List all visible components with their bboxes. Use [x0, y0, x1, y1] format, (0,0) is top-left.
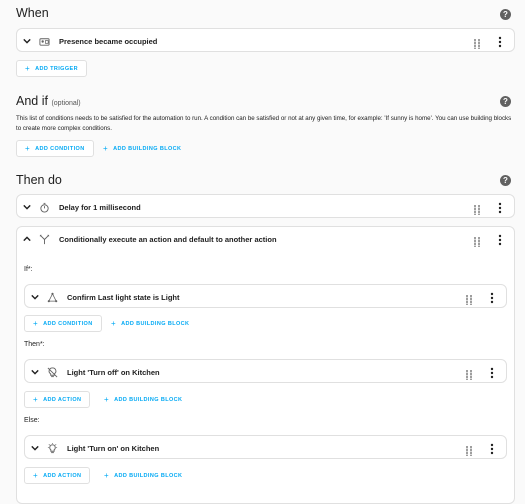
add-action-button[interactable]: + ADD ACTION: [24, 391, 91, 408]
more-vert-icon[interactable]: [498, 233, 504, 246]
add-building-block-button[interactable]: + ADD BUILDING BLOCK: [103, 315, 197, 332]
else-action-label: Light 'Turn on' on Kitchen: [67, 443, 160, 453]
state-icon: [45, 291, 59, 303]
chevron-down-icon[interactable]: [29, 442, 41, 454]
add-condition-button[interactable]: + ADD CONDITION: [16, 140, 94, 157]
help-icon[interactable]: ?: [500, 175, 511, 186]
plus-icon: +: [104, 395, 110, 404]
drag-handle-icon[interactable]: [466, 443, 472, 456]
then-action-card[interactable]: Light 'Turn off' on Kitchen: [24, 359, 507, 383]
delay-action-card[interactable]: Delay for 1 millisecond: [16, 194, 515, 218]
drag-handle-icon[interactable]: [474, 234, 480, 247]
chevron-down-icon[interactable]: [21, 201, 33, 213]
more-vert-icon[interactable]: [498, 35, 504, 48]
help-icon[interactable]: ?: [500, 9, 511, 20]
drag-handle-icon[interactable]: [474, 202, 480, 215]
more-vert-icon[interactable]: [490, 442, 496, 455]
trigger-label: Presence became occupied: [59, 36, 158, 46]
presence-icon: [37, 35, 51, 47]
add-action-button[interactable]: + ADD ACTION: [24, 467, 91, 484]
trigger-card[interactable]: Presence became occupied: [16, 28, 515, 52]
call-split-icon: [37, 233, 51, 245]
drag-handle-icon[interactable]: [474, 36, 480, 49]
then-do-heading: Then do: [16, 173, 62, 187]
add-condition-button[interactable]: + ADD CONDITION: [24, 315, 102, 332]
more-vert-icon[interactable]: [490, 291, 496, 304]
drag-handle-icon[interactable]: [466, 367, 472, 380]
chevron-up-icon[interactable]: [21, 233, 33, 245]
add-building-block-button[interactable]: + ADD BUILDING BLOCK: [96, 467, 190, 484]
lightbulb-on-icon: [45, 442, 59, 454]
plus-icon: +: [104, 471, 110, 480]
delay-label: Delay for 1 millisecond: [59, 202, 141, 212]
plus-icon: +: [33, 319, 39, 328]
chevron-down-icon[interactable]: [29, 291, 41, 303]
help-icon[interactable]: ?: [500, 96, 511, 107]
plus-icon: +: [33, 395, 39, 404]
plus-icon: +: [111, 319, 117, 328]
more-vert-icon[interactable]: [498, 201, 504, 214]
condition-description: This list of conditions needs to be sati…: [16, 115, 512, 132]
drag-handle-icon[interactable]: [466, 292, 472, 305]
chevron-down-icon[interactable]: [21, 35, 33, 47]
if-label: If*:: [24, 266, 33, 273]
when-heading: When: [16, 6, 49, 20]
add-building-block-button[interactable]: + ADD BUILDING BLOCK: [96, 391, 190, 408]
then-action-label: Light 'Turn off' on Kitchen: [67, 367, 160, 377]
timer-icon: [37, 201, 51, 213]
plus-icon: +: [25, 64, 31, 73]
choose-label: Conditionally execute an action and defa…: [59, 234, 277, 244]
chevron-down-icon[interactable]: [29, 366, 41, 378]
plus-icon: +: [25, 144, 31, 153]
if-condition-card[interactable]: Confirm Last light state is Light: [24, 284, 507, 308]
plus-icon: +: [33, 471, 39, 480]
and-if-heading: And if (optional): [16, 94, 81, 108]
more-vert-icon[interactable]: [490, 366, 496, 379]
if-condition-label: Confirm Last light state is Light: [67, 292, 180, 302]
choose-action-card[interactable]: Conditionally execute an action and defa…: [16, 226, 515, 504]
else-label: Else:: [24, 417, 40, 424]
add-trigger-button[interactable]: + ADD TRIGGER: [16, 60, 87, 77]
else-action-card[interactable]: Light 'Turn on' on Kitchen: [24, 435, 507, 459]
then-label: Then*:: [24, 341, 45, 348]
plus-icon: +: [103, 144, 109, 153]
lightbulb-off-icon: [45, 366, 59, 378]
add-building-block-button[interactable]: + ADD BUILDING BLOCK: [95, 140, 189, 157]
